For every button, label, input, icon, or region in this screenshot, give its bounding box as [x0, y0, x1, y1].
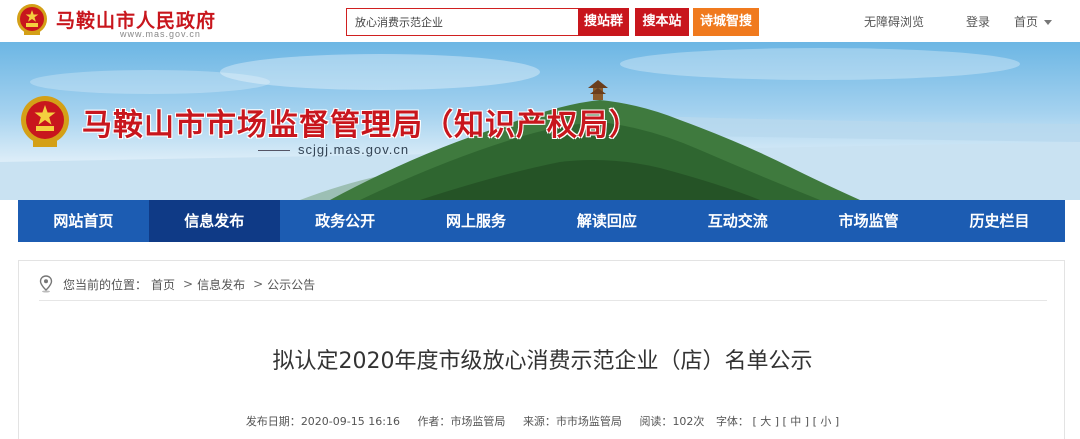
nav-item-government-affairs[interactable]: 政务公开: [280, 200, 411, 242]
bureau-name: 马鞍山市市场监督管理局（知识产权局）: [82, 108, 640, 143]
nav-item-history[interactable]: 历史栏目: [934, 200, 1065, 242]
publish-date-label: 发布日期：: [245, 415, 301, 428]
search-group-button[interactable]: 搜站群: [578, 8, 629, 36]
source: 市市场监管局: [555, 415, 622, 428]
national-emblem-large-icon: [21, 96, 69, 147]
main-nav: 网站首页 信息发布 政务公开 网上服务 解读回应 互动交流 市场监管 历史栏目: [18, 200, 1065, 242]
bureau-domain: scjgj.mas.gov.cn: [298, 142, 410, 157]
nav-item-info-release[interactable]: 信息发布: [148, 200, 280, 242]
nav-item-interpretation[interactable]: 解读回应: [542, 200, 673, 242]
breadcrumb-separator: >: [253, 277, 264, 291]
login-link[interactable]: 登录: [966, 13, 990, 30]
home-link-label: 首页: [1014, 15, 1039, 29]
nav-item-interaction[interactable]: 互动交流: [672, 200, 803, 242]
content-panel: 您当前的位置： 首页 > 信息发布 > 公示公告 拟认定2020年度市级放心消费…: [18, 260, 1065, 439]
national-emblem-icon: [17, 4, 47, 35]
font-size-label: 字体：: [715, 415, 749, 428]
site-domain: www.mas.gov.cn: [120, 29, 201, 39]
nav-item-home[interactable]: 网站首页: [18, 200, 149, 242]
article-meta: 发布日期：2020-09-15 16:16 作者：市场监管局 来源：市市场监管局…: [19, 413, 1066, 429]
search-box: [346, 8, 580, 36]
author: 市场监管局: [450, 415, 506, 428]
breadcrumb-prefix: 您当前的位置：: [63, 277, 148, 292]
chevron-down-icon: [1044, 20, 1053, 25]
location-pin-icon: [39, 275, 53, 293]
banner: 马鞍山市市场监督管理局（知识产权局） scjgj.mas.gov.cn: [0, 42, 1080, 200]
breadcrumb-separator: >: [183, 277, 194, 291]
bureau-domain-divider: [258, 150, 290, 151]
source-label: 来源：: [522, 415, 556, 428]
search-site-button[interactable]: 搜本站: [635, 8, 689, 36]
breadcrumb-info-release[interactable]: 信息发布: [197, 276, 245, 293]
author-label: 作者：: [417, 415, 451, 428]
nav-item-online-services[interactable]: 网上服务: [411, 200, 542, 242]
breadcrumb: 您当前的位置： 首页 > 信息发布 > 公示公告: [39, 275, 319, 293]
nav-item-market-supervision[interactable]: 市场监管: [803, 200, 934, 242]
views-count: 102次: [672, 415, 705, 428]
smart-search-button[interactable]: 诗城智搜: [693, 8, 759, 36]
top-bar: 马鞍山市人民政府 www.mas.gov.cn 搜站群 搜本站 诗城智搜 无障碍…: [0, 0, 1080, 42]
article-title: 拟认定2020年度市级放心消费示范企业（店）名单公示: [272, 349, 813, 374]
font-size-small-button[interactable]: [ 小 ]: [813, 415, 840, 428]
breadcrumb-divider: [39, 300, 1047, 301]
views-label: 阅读：: [639, 415, 673, 428]
home-dropdown[interactable]: 首页: [1014, 13, 1053, 30]
font-size-medium-button[interactable]: [ 中 ]: [783, 415, 810, 428]
breadcrumb-announcements[interactable]: 公示公告: [267, 276, 315, 293]
font-size-large-button[interactable]: [ 大 ]: [752, 415, 779, 428]
breadcrumb-home[interactable]: 首页: [151, 276, 175, 293]
search-input[interactable]: [347, 9, 580, 35]
publish-date: 2020-09-15 16:16: [300, 415, 400, 428]
accessibility-link[interactable]: 无障碍浏览: [864, 13, 924, 30]
